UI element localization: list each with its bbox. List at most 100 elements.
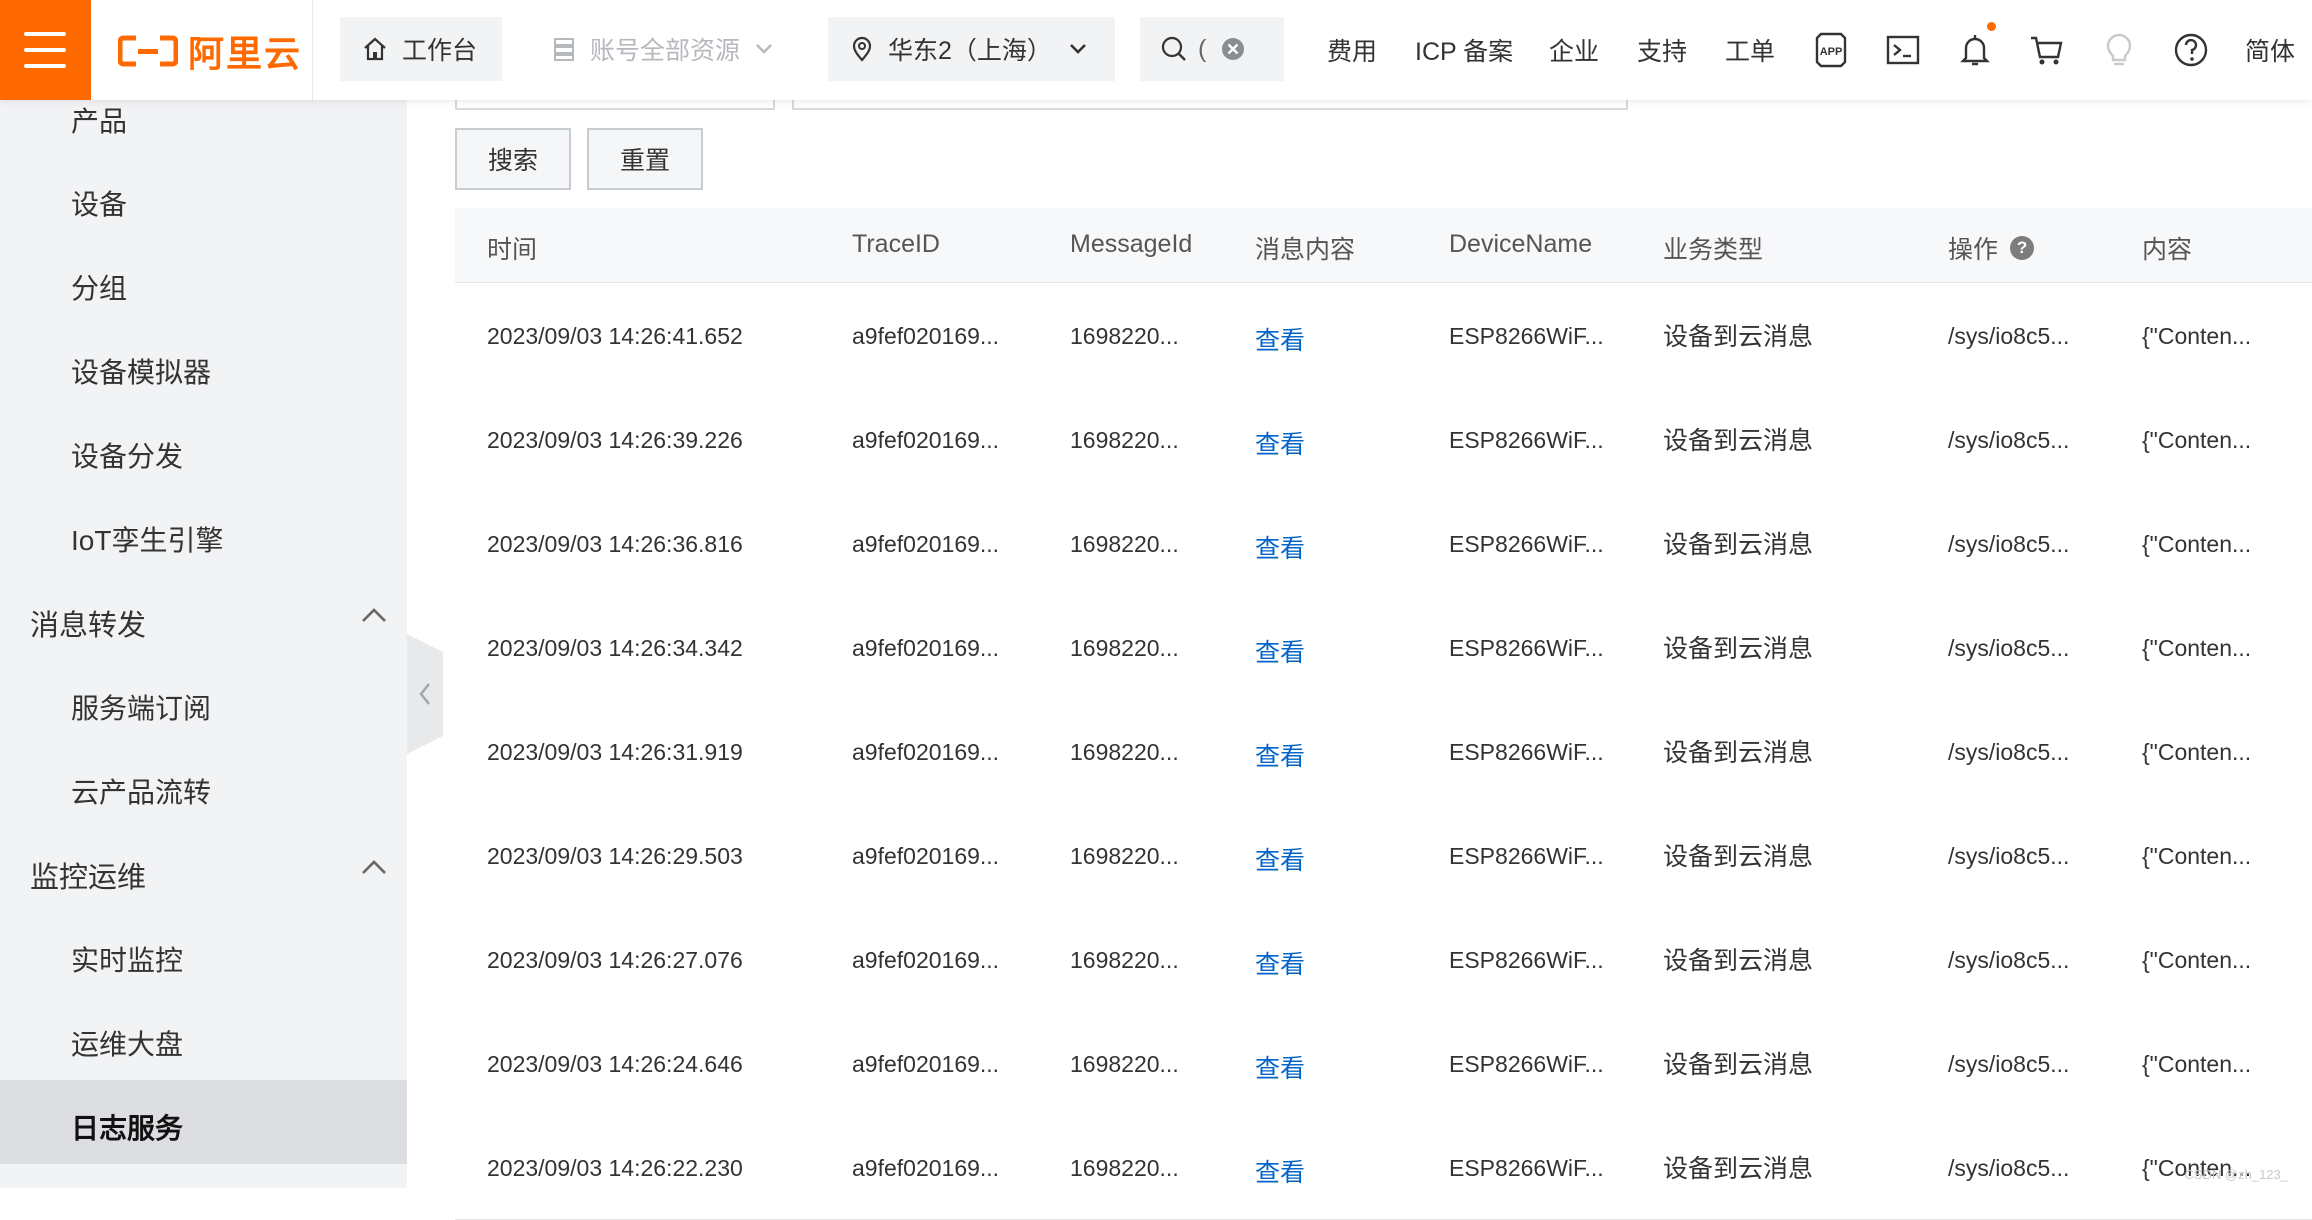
search-button[interactable]: 搜索	[455, 128, 571, 190]
sidebar-item-distribution[interactable]: 设备分发	[71, 435, 183, 475]
workbench-button[interactable]: 工作台	[340, 17, 502, 81]
cell-operation: /sys/io8c5...	[1948, 1051, 2070, 1077]
clear-icon[interactable]	[1220, 36, 1246, 62]
cell-time: 2023/09/03 14:26:41.652	[487, 323, 743, 349]
resource-selector[interactable]: 账号全部资源	[530, 17, 800, 81]
cell-traceid: a9fef020169...	[852, 427, 1000, 453]
help-icon[interactable]: ?	[2010, 236, 2035, 260]
cell-business-type: 设备到云消息	[1663, 843, 1814, 871]
col-header-time[interactable]: 时间	[487, 230, 537, 266]
cell-traceid: a9fef020169...	[852, 531, 1000, 557]
cell-traceid: a9fef020169...	[852, 1155, 1000, 1181]
cell-devicename: ESP8266WiF...	[1449, 947, 1604, 973]
table-row[interactable]: 2023/09/03 14:26:41.652 a9fef020169... 169…	[455, 283, 2312, 388]
menu-button[interactable]	[0, 0, 91, 100]
sidebar-item-log-service[interactable]: 日志服务	[71, 1107, 183, 1147]
logo-text: 阿里云	[188, 33, 303, 74]
lightbulb-icon[interactable]	[2099, 30, 2139, 70]
sidebar-collapse-handle[interactable]	[407, 634, 443, 754]
sidebar-item-simulator[interactable]: 设备模拟器	[71, 351, 211, 391]
table-header: 时间 TraceID MessageId 消息内容 DeviceName 业务类…	[455, 208, 2312, 283]
menu-icon	[24, 32, 66, 36]
cell-content: {"Conten...	[2142, 323, 2252, 349]
search-icon	[1161, 36, 1186, 61]
chevron-up-icon[interactable]	[360, 606, 388, 624]
table-row[interactable]: 2023/09/03 14:26:31.919 a9fef020169... 169…	[455, 699, 2312, 804]
cell-business-type: 设备到云消息	[1663, 947, 1814, 975]
view-message-link[interactable]: 查看	[1255, 1049, 1305, 1085]
sidebar-group-forward[interactable]: 消息转发	[30, 602, 146, 644]
cell-devicename: ESP8266WiF...	[1449, 843, 1604, 869]
view-message-link[interactable]: 查看	[1255, 841, 1305, 877]
cell-time: 2023/09/03 14:26:36.816	[487, 531, 743, 557]
region-selector[interactable]: 华东2（上海）	[828, 17, 1115, 81]
view-message-link[interactable]: 查看	[1255, 321, 1305, 357]
aliyun-logo[interactable]: 阿里云	[118, 30, 302, 74]
sidebar-item-server-subscription[interactable]: 服务端订阅	[71, 687, 211, 727]
sidebar-item-products[interactable]: 产品	[71, 100, 127, 140]
cell-messageid: 1698220...	[1070, 843, 1179, 869]
app-icon[interactable]: APP	[1811, 30, 1851, 70]
nav-link-support[interactable]: 支持	[1637, 32, 1687, 68]
table-row[interactable]: 2023/09/03 14:26:24.646 a9fef020169... 169…	[455, 1011, 2312, 1116]
sidebar-item-ops-dashboard[interactable]: 运维大盘	[71, 1023, 183, 1063]
view-message-link[interactable]: 查看	[1255, 945, 1305, 981]
resource-label: 账号全部资源	[590, 37, 741, 65]
view-message-link[interactable]: 查看	[1255, 529, 1305, 565]
filter-input-edge[interactable]	[792, 100, 1628, 110]
help-icon[interactable]	[2171, 30, 2211, 70]
bell-icon[interactable]	[1955, 30, 1995, 70]
nav-link-enterprise[interactable]: 企业	[1549, 32, 1599, 68]
cell-content: {"Conten...	[2142, 739, 2252, 765]
table-row[interactable]: 2023/09/03 14:26:39.226 a9fef020169... 169…	[455, 387, 2312, 492]
search-input[interactable]: (	[1140, 17, 1284, 81]
view-message-link[interactable]: 查看	[1255, 633, 1305, 669]
cell-traceid: a9fef020169...	[852, 843, 1000, 869]
cell-messageid: 1698220...	[1070, 1155, 1179, 1181]
reset-button[interactable]: 重置	[587, 128, 703, 190]
cell-messageid: 1698220...	[1070, 427, 1179, 453]
nav-link-icp[interactable]: ICP 备案	[1415, 32, 1513, 68]
cell-content: {"Conten...	[2142, 531, 2252, 557]
terminal-icon[interactable]	[1883, 30, 1923, 70]
nav-link-billing[interactable]: 费用	[1327, 32, 1377, 68]
sidebar-item-cloud-flow[interactable]: 云产品流转	[71, 771, 211, 811]
cell-business-type: 设备到云消息	[1663, 427, 1814, 455]
cell-operation: /sys/io8c5...	[1948, 323, 2070, 349]
chevron-up-icon[interactable]	[360, 858, 388, 876]
col-header-traceid: TraceID	[852, 230, 940, 258]
view-message-link[interactable]: 查看	[1255, 1153, 1305, 1189]
view-message-link[interactable]: 查看	[1255, 425, 1305, 461]
table-row[interactable]: 2023/09/03 14:26:27.076 a9fef020169... 169…	[455, 907, 2312, 1012]
table-row[interactable]: 2023/09/03 14:26:36.816 a9fef020169... 169…	[455, 491, 2312, 596]
sidebar-item-devices[interactable]: 设备	[71, 183, 127, 223]
table-row[interactable]: 2023/09/03 14:26:34.342 a9fef020169... 169…	[455, 595, 2312, 700]
sidebar-item-groups[interactable]: 分组	[71, 267, 127, 307]
cell-operation: /sys/io8c5...	[1948, 947, 2070, 973]
divider	[312, 0, 313, 100]
filter-input-edge[interactable]	[455, 100, 775, 110]
table-row[interactable]: 2023/09/03 14:26:29.503 a9fef020169... 169…	[455, 803, 2312, 908]
nav-link-ticket[interactable]: 工单	[1725, 32, 1775, 68]
watermark: CSDN @zh_123_	[2184, 1167, 2288, 1182]
sidebar-item-realtime-monitor[interactable]: 实时监控	[71, 939, 183, 979]
col-header-operation-label: 操作	[1948, 236, 1999, 264]
col-header-operation: 操作 ?	[1948, 230, 2035, 266]
chevron-down-icon	[756, 44, 772, 54]
cell-business-type: 设备到云消息	[1663, 531, 1814, 559]
cell-business-type: 设备到云消息	[1663, 1051, 1814, 1079]
cell-operation: /sys/io8c5...	[1948, 843, 2070, 869]
cell-time: 2023/09/03 14:26:27.076	[487, 947, 743, 973]
cell-time: 2023/09/03 14:26:31.919	[487, 739, 743, 765]
cell-operation: /sys/io8c5...	[1948, 739, 2070, 765]
cell-time: 2023/09/03 14:26:39.226	[487, 427, 743, 453]
cart-icon[interactable]	[2027, 30, 2067, 70]
svg-text:APP: APP	[1820, 46, 1843, 58]
sidebar-item-iot-twin[interactable]: IoT孪生引擎	[71, 519, 223, 559]
view-message-link[interactable]: 查看	[1255, 737, 1305, 773]
cell-devicename: ESP8266WiF...	[1449, 323, 1604, 349]
sidebar-group-monitor[interactable]: 监控运维	[30, 854, 146, 896]
language-switch[interactable]: 简体	[2245, 32, 2295, 68]
table-row[interactable]: 2023/09/03 14:26:22.230 a9fef020169... 169…	[455, 1115, 2312, 1220]
col-header-messageid: MessageId	[1070, 230, 1193, 258]
